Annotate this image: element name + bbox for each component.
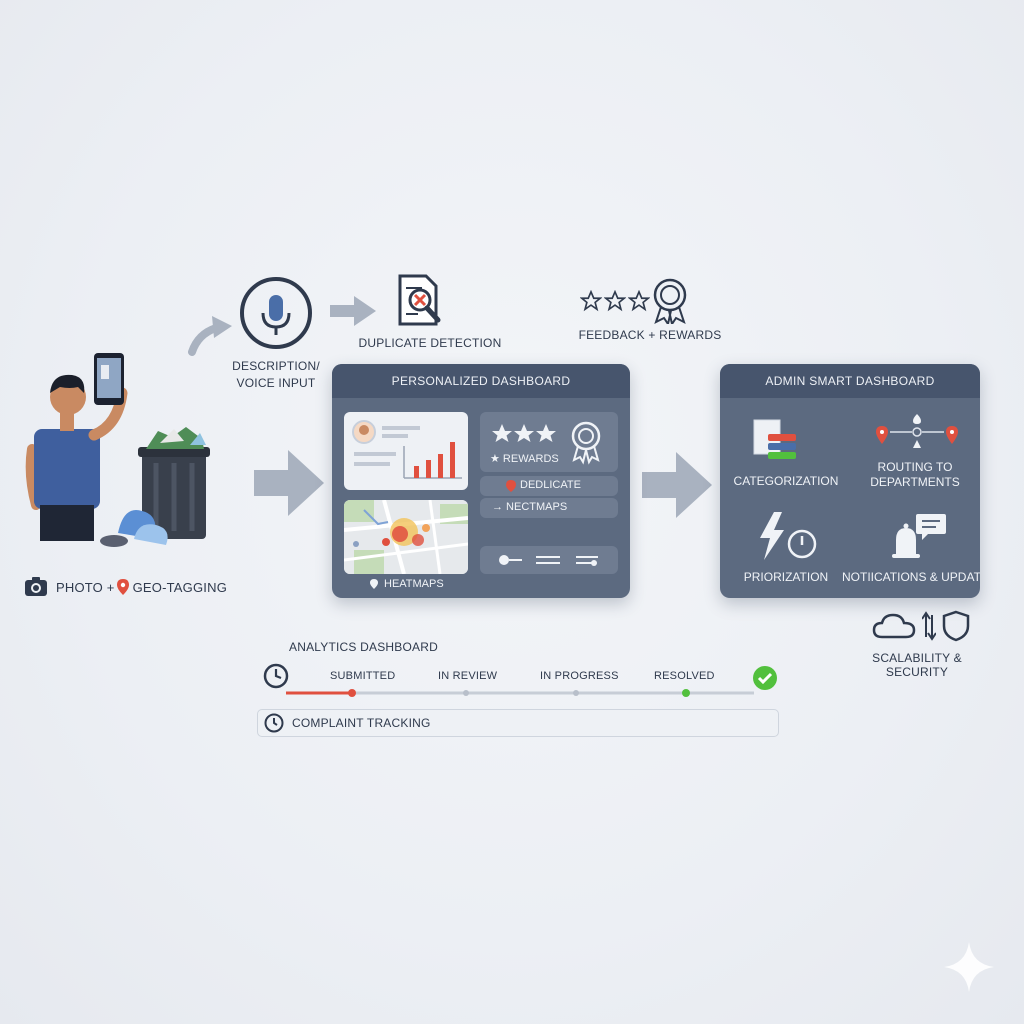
description-line: DESCRIPTION/ — [232, 359, 320, 373]
sync-icon — [922, 611, 936, 641]
description-voice-label: DESCRIPTION/ VOICE INPUT — [226, 358, 326, 392]
scalability-icons — [872, 610, 970, 642]
citizen-illustration — [14, 345, 214, 555]
rewards-card[interactable]: ★ REWARDS — [480, 412, 618, 472]
step-submitted: SUBMITTED — [330, 670, 396, 682]
photo-geotag-label: PHOTO + GEO-TAGGING — [24, 576, 227, 598]
heatmaps-caption: HEATMAPS — [370, 578, 444, 590]
complaint-tracking-label: COMPLAINT TRACKING — [292, 716, 431, 730]
heatmaps-row[interactable]: → NECTMAPS — [480, 498, 618, 518]
personalized-dashboard-title: PERSONALIZED DASHBOARD — [332, 364, 630, 398]
bell-icon — [888, 510, 948, 562]
award-badge-icon — [650, 278, 690, 324]
dedupe-label: DEDLICATE — [520, 479, 581, 491]
status-steps: SUBMITTED IN REVIEW IN PROGRESS RESOLVED — [286, 670, 756, 700]
sparkle-icon — [942, 940, 996, 994]
voice-line: VOICE INPUT — [236, 376, 316, 390]
controls-card[interactable] — [480, 546, 618, 574]
departments-line: DEPARTMENTS — [870, 475, 960, 489]
check-icon — [752, 665, 778, 691]
shield-icon — [942, 610, 970, 642]
complaint-tracking-bar[interactable]: COMPLAINT TRACKING — [257, 709, 779, 737]
personalized-dashboard-panel: PERSONALIZED DASHBOARD ★ REWARDS DEDLICA… — [332, 364, 630, 598]
dedupe-row[interactable]: DEDLICATE — [480, 476, 618, 496]
clock-icon — [264, 713, 284, 733]
heatmaps-row-label: → NECTMAPS — [492, 501, 568, 513]
photo-label: PHOTO + — [56, 579, 115, 595]
star-icon — [604, 290, 626, 312]
geotag-label: GEO-TAGGING — [132, 579, 227, 595]
routing-line: ROUTING TO — [877, 460, 953, 474]
star-icon — [580, 290, 602, 312]
flow-arrow-icon — [254, 446, 326, 518]
admin-dashboard-title: ADMIN SMART DASHBOARD — [720, 364, 980, 398]
document-search-icon — [396, 272, 450, 330]
location-pin-icon — [116, 579, 129, 595]
step-in-review: IN REVIEW — [438, 670, 498, 682]
stars-rating — [580, 290, 650, 312]
flow-arrow-icon — [642, 450, 714, 518]
notifications-label: NOTIICATIONS & UPDATES — [842, 570, 980, 584]
routing-icon — [872, 412, 962, 452]
microphone-icon — [238, 275, 314, 351]
analytics-dashboard-label: ANALYTICS DASHBOARD — [289, 640, 438, 654]
arrow-right-icon — [330, 294, 378, 328]
prioritization-label: PRIORIZATION — [743, 570, 829, 584]
step-resolved: RESOLVED — [654, 670, 715, 682]
admin-dashboard-panel: ADMIN SMART DASHBOARD CATEGORIZATION ROU… — [720, 364, 980, 598]
curved-arrow-icon — [186, 314, 236, 356]
camera-icon — [24, 576, 48, 598]
profile-card[interactable] — [344, 412, 468, 490]
rewards-label: ★ REWARDS — [490, 453, 559, 465]
lightning-icon — [756, 510, 820, 562]
star-icon — [628, 290, 650, 312]
duplicate-detection-label: DUPLICATE DETECTION — [358, 336, 502, 350]
category-stack-icon — [752, 418, 798, 464]
feedback-rewards-label: FEEDBACK + REWARDS — [578, 328, 722, 342]
scalability-security-label: SCALABILITY & SECURITY — [872, 651, 962, 679]
step-in-progress: IN PROGRESS — [540, 670, 619, 682]
heatmap-card[interactable] — [344, 500, 468, 574]
routing-label: ROUTING TO DEPARTMENTS — [860, 460, 970, 490]
cloud-icon — [872, 613, 916, 639]
categorization-label: CATEGORIZATION — [733, 474, 839, 488]
heatmaps-map-label: HEATMAPS — [384, 578, 444, 590]
